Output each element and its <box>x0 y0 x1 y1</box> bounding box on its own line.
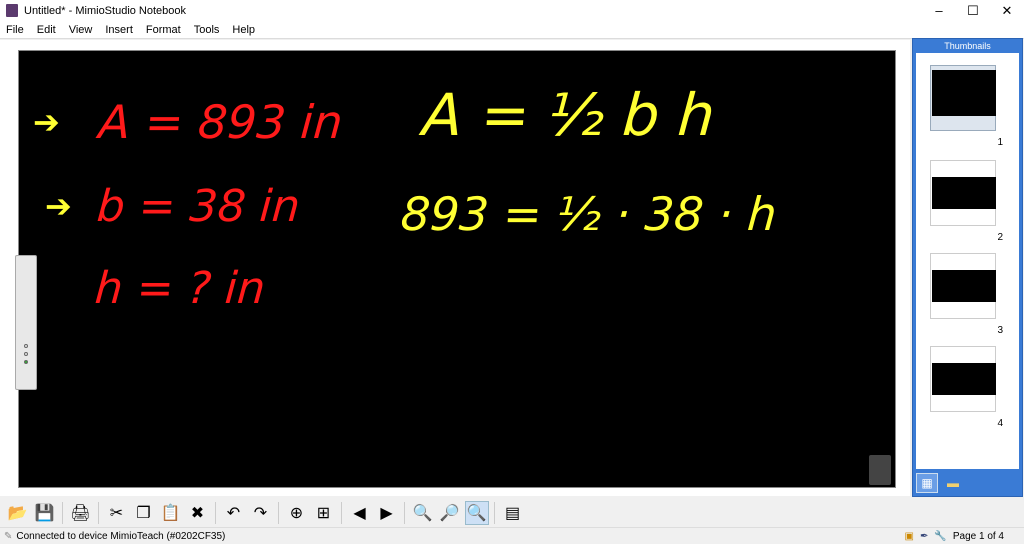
thumbnail-page[interactable]: 3 <box>930 253 1003 336</box>
pen-icon[interactable]: ✒ <box>920 531 928 542</box>
maximize-button[interactable]: ☐ <box>956 0 990 21</box>
zoom-out-button[interactable]: 🔎 <box>438 501 462 525</box>
menu-file[interactable]: File <box>6 24 24 36</box>
thumbnail-page[interactable]: 2 <box>930 160 1003 243</box>
page-number: 3 <box>997 325 1003 336</box>
arrow-icon: ➔ <box>45 188 72 224</box>
wrench-icon[interactable]: 🔧 <box>934 531 946 542</box>
toolbar-separator <box>278 502 279 524</box>
menu-bar: File Edit View Insert Format Tools Help <box>0 21 1024 39</box>
whiteboard-canvas[interactable]: ➔ A = 893 in ➔ b = 38 in h = ? in A = ½ … <box>18 50 896 488</box>
menu-view[interactable]: View <box>69 24 93 36</box>
paste-button[interactable]: 📋 <box>159 501 183 525</box>
menu-insert[interactable]: Insert <box>105 24 133 36</box>
ink-area-given: A = 893 in <box>97 95 345 149</box>
open-button[interactable]: 📂 <box>6 501 30 525</box>
menu-tools[interactable]: Tools <box>194 24 220 36</box>
zoom-fit-button[interactable]: 🔍 <box>464 501 489 525</box>
page-indicator: Page 1 of 4 <box>952 530 1004 542</box>
toolbar-separator <box>215 502 216 524</box>
previous-page-button[interactable]: ◀ <box>348 501 372 525</box>
delete-button[interactable]: ✖ <box>186 501 210 525</box>
print-button[interactable]: 🖨 <box>69 501 93 525</box>
thumbnails-view-icon[interactable]: ▦ <box>916 473 938 493</box>
copy-button[interactable]: ❐ <box>132 501 156 525</box>
menu-format[interactable]: Format <box>146 24 181 36</box>
side-panel-handle[interactable] <box>15 255 37 390</box>
thumbnails-header: Thumbnails <box>944 41 991 51</box>
toolbar: 📂 💾 🖨 ✂ ❐ 📋 ✖ ↶ ↷ ⊕ ⊞ ◀ ▶ 🔍 🔎 🔍 ▤ <box>0 499 1024 528</box>
undo-button[interactable]: ↶ <box>222 501 246 525</box>
thumbnail-page[interactable]: 1 <box>930 65 1003 148</box>
toolbar-separator <box>98 502 99 524</box>
page-sorter-icon[interactable]: ▣ <box>905 531 914 542</box>
save-button[interactable]: 💾 <box>33 501 57 525</box>
toolbar-separator <box>404 502 405 524</box>
close-button[interactable]: ✕ <box>990 0 1024 21</box>
next-page-button[interactable]: ▶ <box>375 501 399 525</box>
new-page-button[interactable]: ⊕ <box>285 501 309 525</box>
toolbar-separator <box>341 502 342 524</box>
thumbnails-panel: Thumbnails 1 2 3 4 ▦ ▬ <box>912 38 1023 497</box>
zoom-in-button[interactable]: 🔍 <box>411 501 435 525</box>
ink-area-formula: A = ½ b h <box>420 81 718 149</box>
duplicate-page-button[interactable]: ⊞ <box>312 501 336 525</box>
window-title: Untitled* - MimioStudio Notebook <box>24 4 187 17</box>
minimize-button[interactable]: – <box>922 0 956 21</box>
app-icon <box>6 4 18 17</box>
device-pen-icon: ✎ <box>4 530 13 542</box>
page-number: 4 <box>997 418 1003 429</box>
status-bar: ✎ Connected to device MimioTeach (#0202C… <box>0 528 1024 544</box>
gallery-folder-icon[interactable]: ▬ <box>942 473 964 493</box>
redo-button[interactable]: ↷ <box>249 501 273 525</box>
cut-button[interactable]: ✂ <box>105 501 129 525</box>
toolbar-separator <box>62 502 63 524</box>
page-number: 2 <box>997 232 1003 243</box>
ink-height-unknown: h = ? in <box>93 263 267 314</box>
title-bar: Untitled* - MimioStudio Notebook – ☐ ✕ <box>0 0 1024 21</box>
menu-help[interactable]: Help <box>232 24 255 36</box>
ink-base-given: b = 38 in <box>95 181 302 232</box>
ink-substitution: 893 = ½ · 38 · h <box>399 187 779 241</box>
thumbnail-page[interactable]: 4 <box>930 346 1003 429</box>
menu-edit[interactable]: Edit <box>37 24 56 36</box>
arrow-icon: ➔ <box>33 104 60 140</box>
trash-icon[interactable] <box>869 455 891 485</box>
toolbar-separator <box>494 502 495 524</box>
connection-status: Connected to device MimioTeach (#0202CF3… <box>16 530 226 542</box>
tools-button[interactable]: ▤ <box>501 501 525 525</box>
work-area: ➔ A = 893 in ➔ b = 38 in h = ? in A = ½ … <box>0 40 910 496</box>
page-number: 1 <box>997 137 1003 148</box>
